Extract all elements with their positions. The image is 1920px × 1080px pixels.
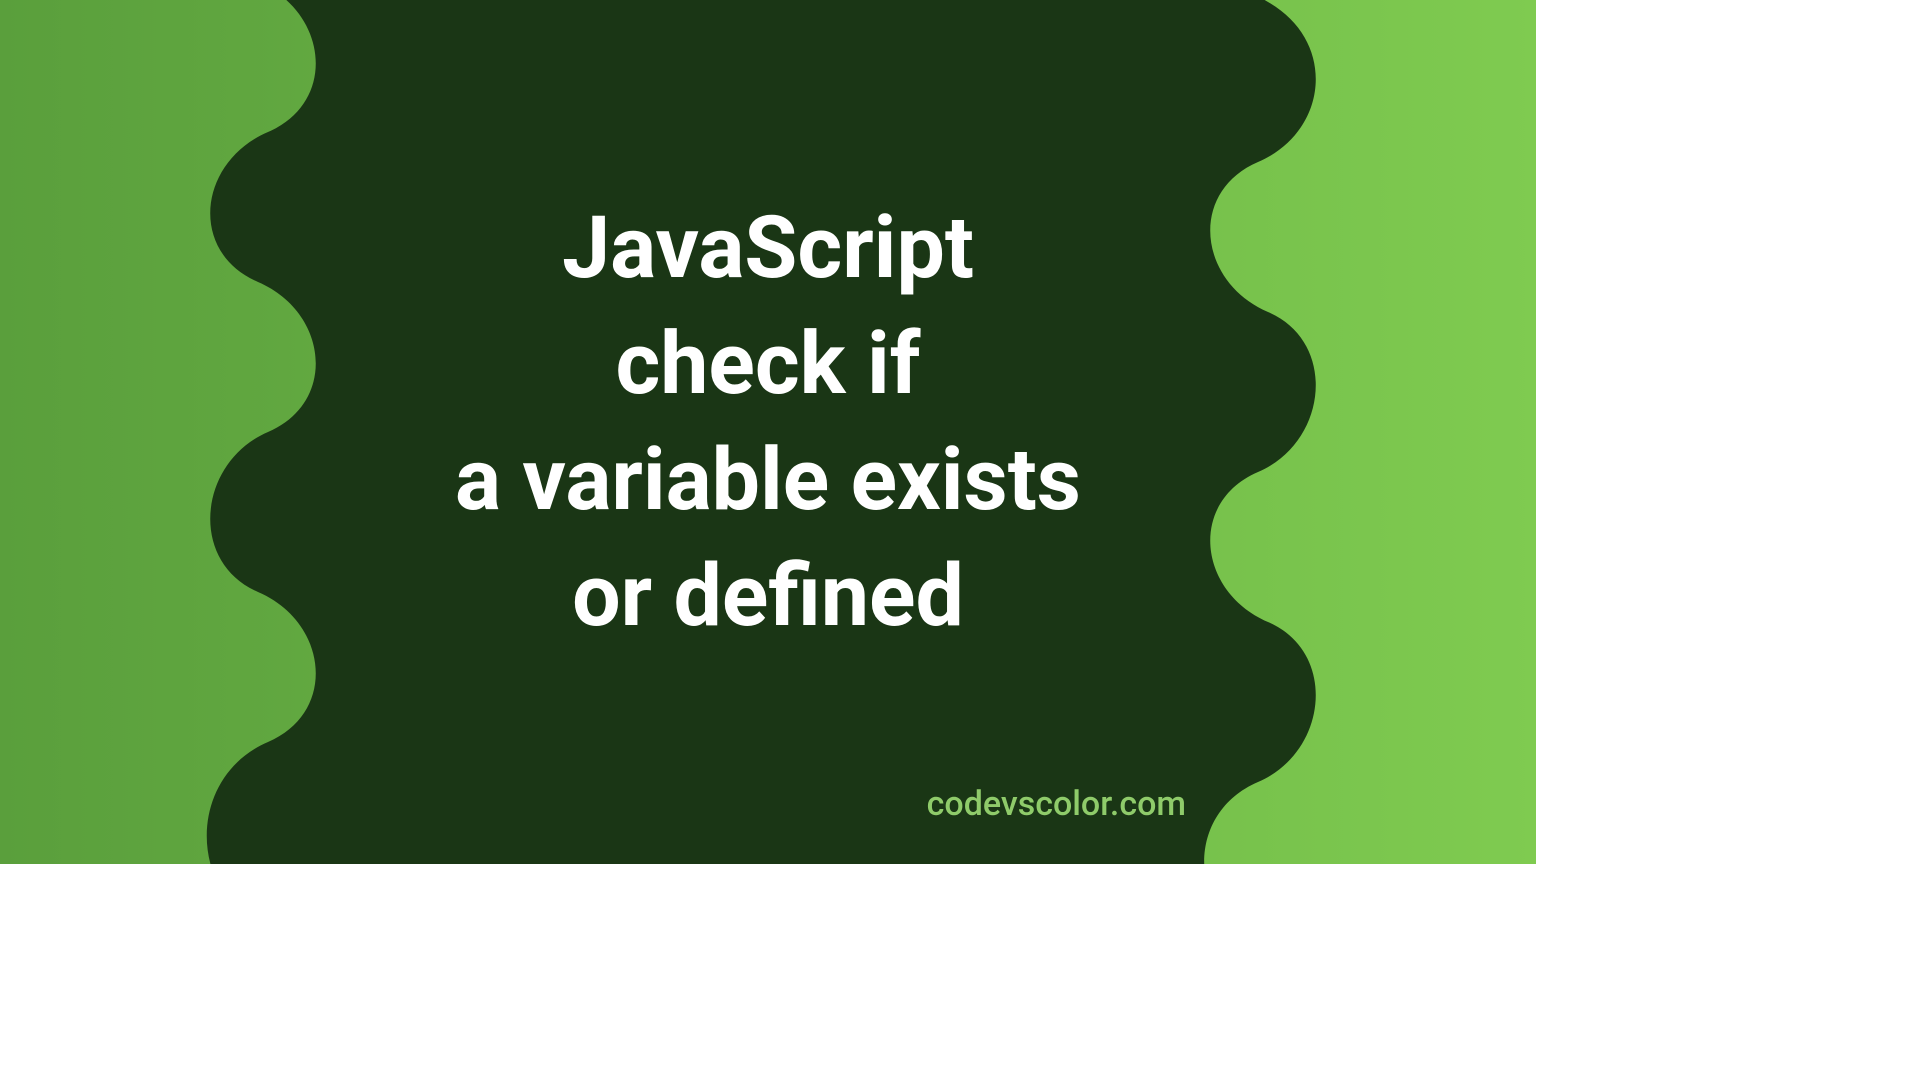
title-container: JavaScript check if a variable exists or… (0, 0, 1536, 864)
title-line-4: or defined (455, 538, 1081, 654)
banner-title: JavaScript check if a variable exists or… (455, 190, 1081, 654)
site-attribution: codevscolor.com (927, 784, 1186, 824)
title-line-1: JavaScript (455, 190, 1081, 306)
promo-banner: JavaScript check if a variable exists or… (0, 0, 1536, 864)
whitespace-bottom (0, 864, 1536, 1080)
title-line-3: a variable exists (455, 422, 1081, 538)
whitespace-right (1536, 0, 1920, 1080)
title-line-2: check if (455, 306, 1081, 422)
